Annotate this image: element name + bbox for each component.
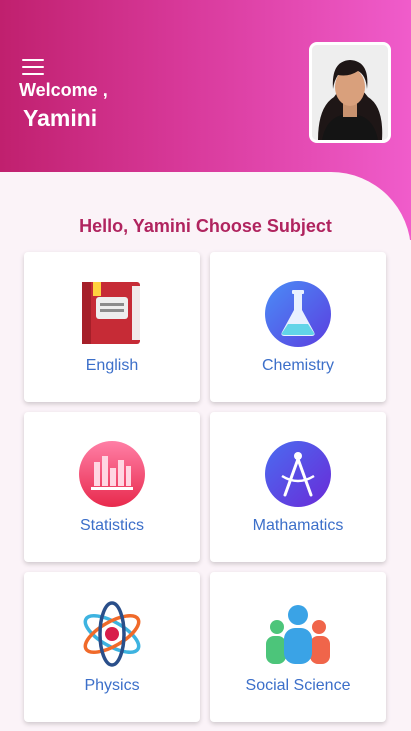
subject-card-mathamatics[interactable]: Mathamatics (210, 412, 386, 562)
subject-label: Physics (84, 677, 140, 694)
subject-card-chemistry[interactable]: Chemistry (210, 252, 386, 402)
people-icon (266, 605, 330, 664)
subject-label: Chemistry (261, 357, 334, 374)
book-icon (82, 282, 140, 344)
bar-chart-icon (79, 441, 145, 507)
subject-card-physics[interactable]: Physics (24, 572, 200, 722)
subject-card-statistics[interactable]: Statistics (24, 412, 200, 562)
subject-label: Statistics (79, 517, 144, 534)
subject-label: Mathamatics (252, 517, 344, 534)
user-name: Yamini (23, 105, 98, 131)
subject-label: Social Science (245, 677, 351, 694)
atom-icon (83, 601, 141, 667)
profile-photo (312, 45, 388, 140)
subject-card-social-science[interactable]: Social Science (210, 572, 386, 722)
subject-label: English (85, 357, 139, 374)
compass-icon (265, 441, 331, 507)
page-title: Hello, Yamini Choose Subject (79, 216, 332, 236)
welcome-text: Welcome , (19, 80, 108, 100)
subject-panel: Hello, Yamini Choose Subject English Che… (0, 172, 411, 731)
menu-icon[interactable] (22, 59, 44, 75)
subject-card-english[interactable]: English (24, 252, 200, 402)
avatar[interactable] (309, 42, 391, 143)
flask-icon (265, 281, 331, 347)
